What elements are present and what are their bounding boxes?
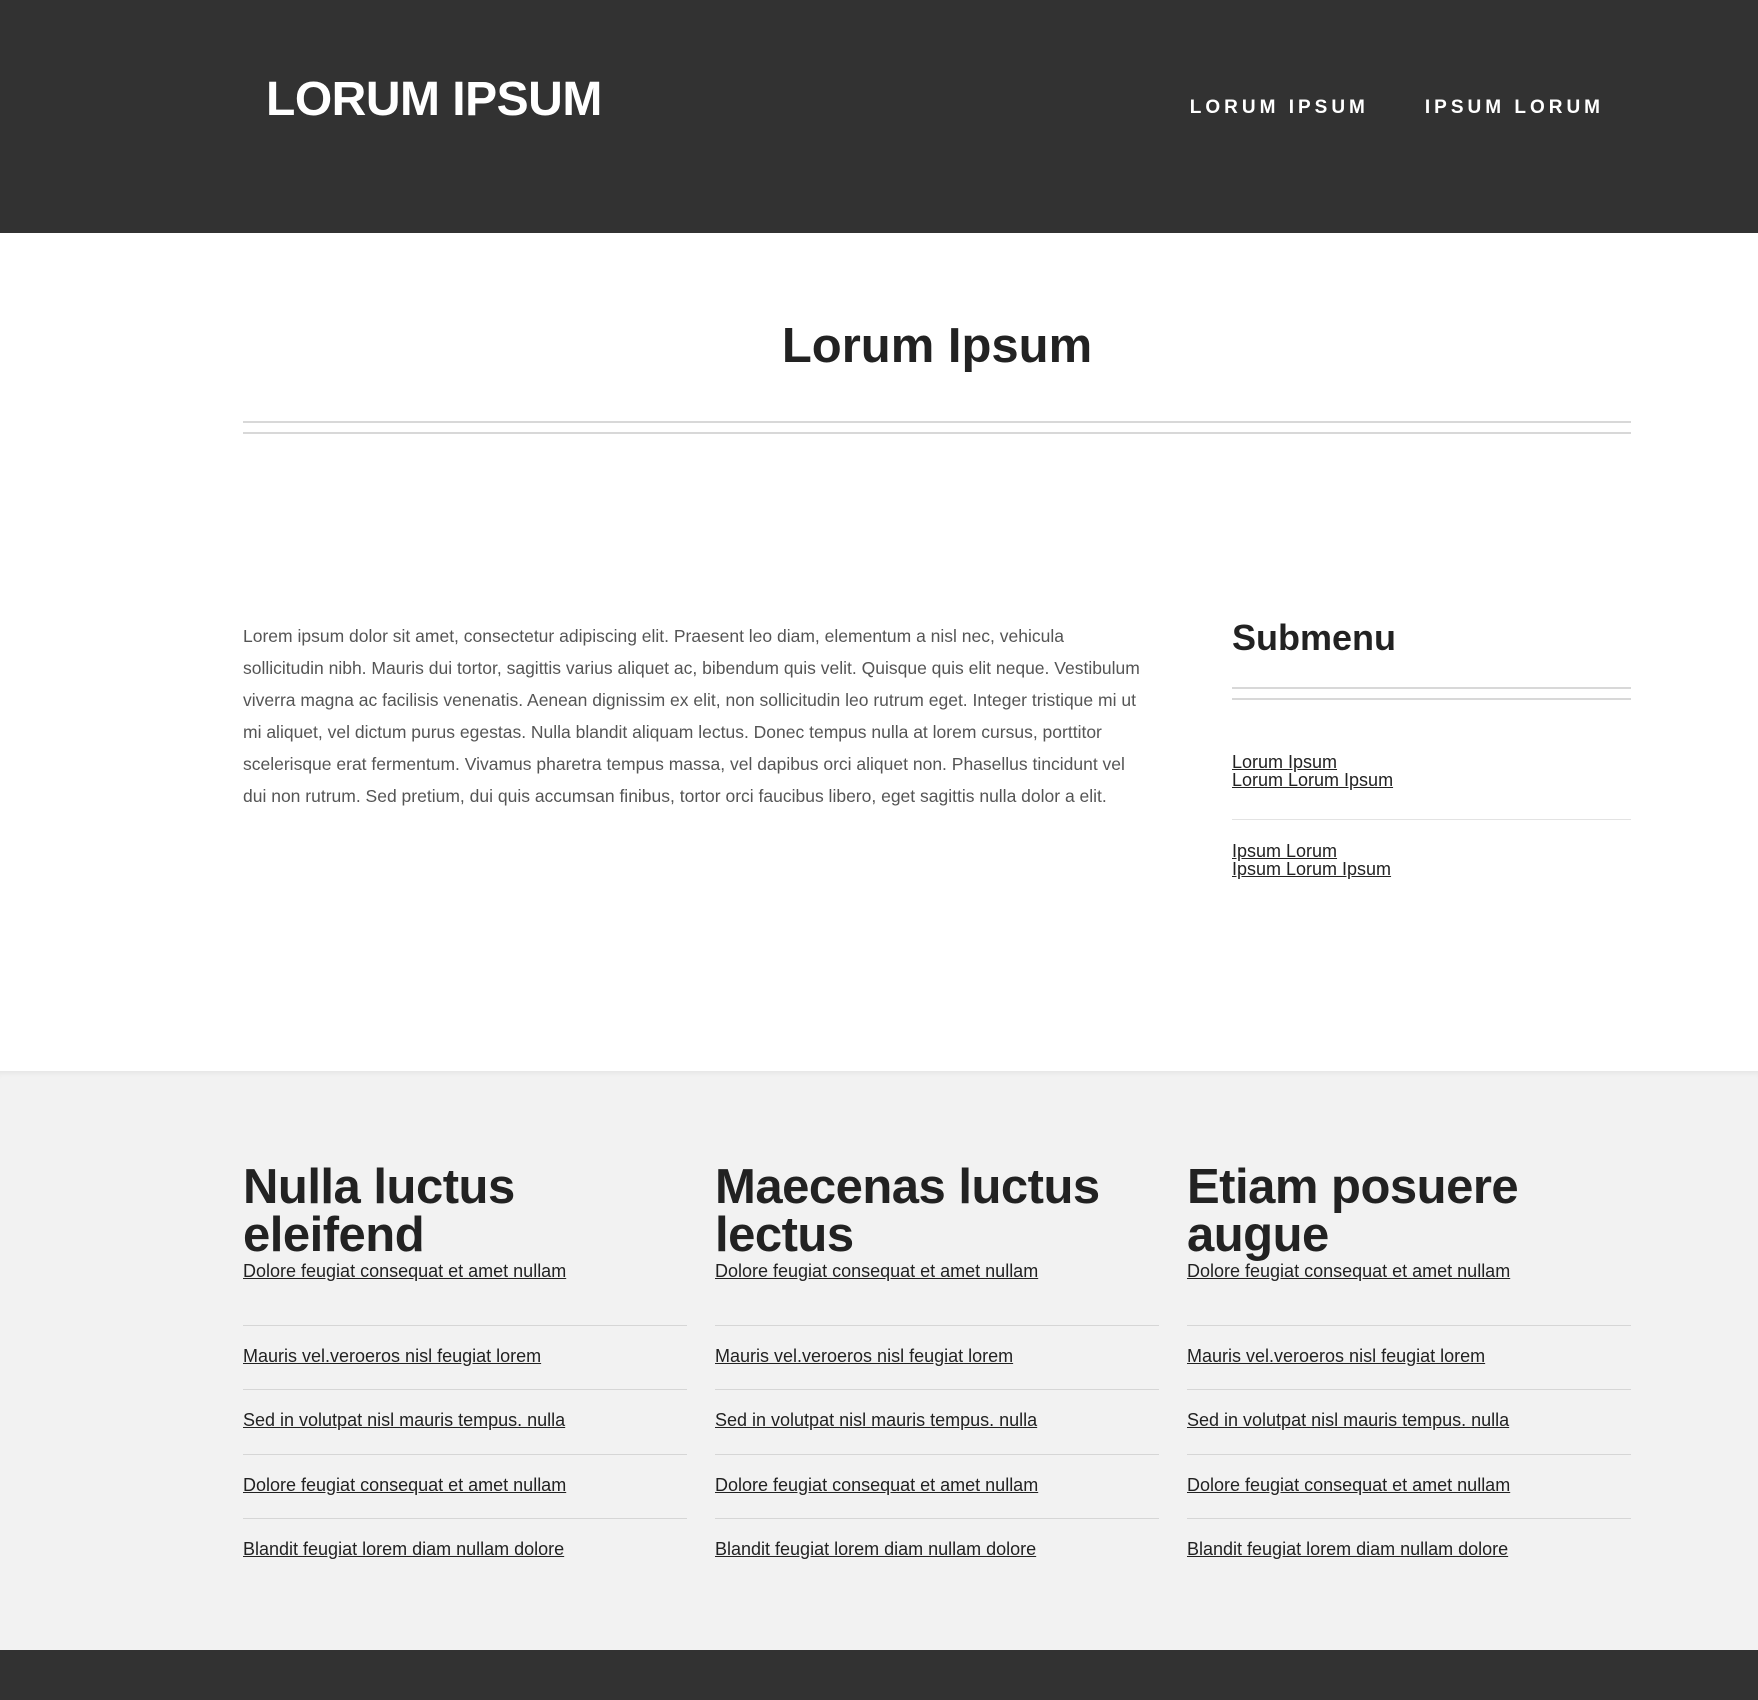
list-item: Dolore feugiat consequat et amet nullam	[1187, 1261, 1631, 1326]
link-column-2: Maecenas luctus lectus Dolore feugiat co…	[715, 1160, 1159, 1559]
column-link[interactable]: Blandit feugiat lorem diam nullam dolore	[715, 1519, 1036, 1560]
column-link[interactable]: Dolore feugiat consequat et amet nullam	[715, 1261, 1038, 1282]
submenu-link[interactable]: Ipsum Lorum Ipsum	[1232, 860, 1631, 878]
list-item: Dolore feugiat consequat et amet nullam	[243, 1455, 687, 1519]
submenu-list: Lorum Ipsum Lorum Lorum Ipsum Ipsum Loru…	[1232, 753, 1631, 930]
list-item: Sed in volutpat nisl mauris tempus. null…	[715, 1390, 1159, 1455]
list-item: Mauris vel.veroeros nisl feugiat lorem	[1187, 1326, 1631, 1390]
column-link-list: Dolore feugiat consequat et amet nullam …	[1187, 1261, 1631, 1584]
column-link-list: Dolore feugiat consequat et amet nullam …	[243, 1261, 687, 1584]
site-footer	[0, 1650, 1758, 1700]
list-item: Mauris vel.veroeros nisl feugiat lorem	[243, 1326, 687, 1390]
column-link[interactable]: Dolore feugiat consequat et amet nullam	[715, 1455, 1038, 1496]
list-item: Blandit feugiat lorem diam nullam dolore	[1187, 1519, 1631, 1584]
column-heading: Etiam posuere augue	[1187, 1160, 1519, 1262]
list-item: Blandit feugiat lorem diam nullam dolore	[243, 1519, 687, 1584]
column-link-list: Dolore feugiat consequat et amet nullam …	[715, 1261, 1159, 1584]
site-header: LORUM IPSUM LORUM IPSUM IPSUM LORUM	[0, 0, 1758, 233]
title-divider	[243, 421, 1631, 434]
submenu-link[interactable]: Ipsum Lorum	[1232, 842, 1631, 860]
column-link[interactable]: Sed in volutpat nisl mauris tempus. null…	[1187, 1390, 1509, 1431]
links-section: Nulla luctus eleifend Dolore feugiat con…	[0, 1071, 1758, 1650]
column-link[interactable]: Dolore feugiat consequat et amet nullam	[1187, 1455, 1510, 1496]
column-link[interactable]: Mauris vel.veroeros nisl feugiat lorem	[715, 1326, 1013, 1367]
list-item: Dolore feugiat consequat et amet nullam	[1187, 1455, 1631, 1519]
column-link[interactable]: Dolore feugiat consequat et amet nullam	[1187, 1261, 1510, 1282]
link-column-1: Nulla luctus eleifend Dolore feugiat con…	[243, 1160, 687, 1559]
list-item: Dolore feugiat consequat et amet nullam	[715, 1261, 1159, 1326]
column-heading: Nulla luctus eleifend	[243, 1160, 515, 1262]
list-item: Sed in volutpat nisl mauris tempus. null…	[1187, 1390, 1631, 1455]
list-item: Blandit feugiat lorem diam nullam dolore	[715, 1519, 1159, 1584]
nav-link-lorum-ipsum[interactable]: LORUM IPSUM	[1190, 97, 1369, 119]
submenu-title: Submenu	[1232, 617, 1397, 658]
column-link[interactable]: Blandit feugiat lorem diam nullam dolore	[243, 1519, 564, 1560]
column-link[interactable]: Dolore feugiat consequat et amet nullam	[243, 1261, 566, 1282]
list-item: Dolore feugiat consequat et amet nullam	[715, 1455, 1159, 1519]
submenu-link[interactable]: Lorum Lorum Ipsum	[1232, 771, 1631, 789]
list-item: Dolore feugiat consequat et amet nullam	[243, 1261, 687, 1326]
column-link[interactable]: Dolore feugiat consequat et amet nullam	[243, 1455, 566, 1496]
submenu-link[interactable]: Lorum Ipsum	[1232, 753, 1631, 771]
submenu-group: Lorum Ipsum Lorum Lorum Ipsum	[1232, 753, 1631, 820]
list-item: Sed in volutpat nisl mauris tempus. null…	[243, 1390, 687, 1455]
column-link[interactable]: Mauris vel.veroeros nisl feugiat lorem	[1187, 1326, 1485, 1367]
column-link[interactable]: Blandit feugiat lorem diam nullam dolore	[1187, 1519, 1508, 1560]
list-item: Mauris vel.veroeros nisl feugiat lorem	[715, 1326, 1159, 1390]
submenu-group: Ipsum Lorum Ipsum Lorum Ipsum	[1232, 842, 1631, 908]
body-paragraph: Lorem ipsum dolor sit amet, consectetur …	[243, 626, 1140, 806]
column-link[interactable]: Sed in volutpat nisl mauris tempus. null…	[715, 1390, 1037, 1431]
column-heading: Maecenas luctus lectus	[715, 1160, 1100, 1262]
column-link[interactable]: Mauris vel.veroeros nisl feugiat lorem	[243, 1326, 541, 1367]
link-column-3: Etiam posuere augue Dolore feugiat conse…	[1187, 1160, 1631, 1559]
submenu-divider	[1232, 687, 1631, 700]
site-logo[interactable]: LORUM IPSUM	[266, 72, 602, 127]
page-title: Lorum Ipsum	[781, 319, 1093, 373]
column-link[interactable]: Sed in volutpat nisl mauris tempus. null…	[243, 1390, 565, 1431]
main-nav: LORUM IPSUM IPSUM LORUM	[1190, 97, 1604, 119]
main-content: Lorum Ipsum Lorem ipsum dolor sit amet, …	[0, 233, 1758, 1071]
nav-link-ipsum-lorum[interactable]: IPSUM LORUM	[1425, 97, 1604, 119]
